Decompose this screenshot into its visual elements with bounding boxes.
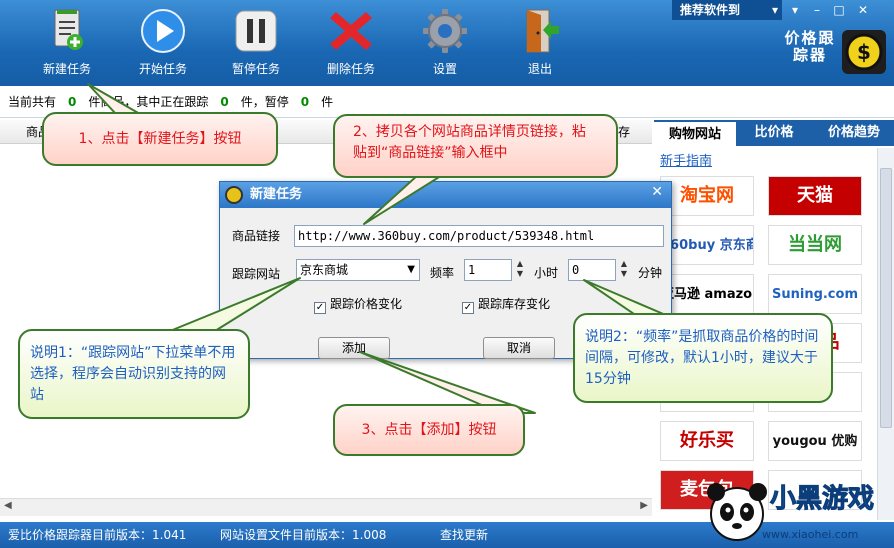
tab-price-trend[interactable]: 价格趋势: [814, 120, 894, 146]
exit-label: 退出: [527, 62, 552, 76]
callout-note1: 说明1：“跟踪网站”下拉菜单不用选择，程序会自动识别支持的网站: [18, 329, 250, 419]
watermark: 小黑游戏 www.xiaohei.com: [702, 476, 894, 548]
delete-task-label: 删除任务: [326, 62, 375, 76]
main-toolbar: 新建任务 开始任务 暂停任务 删除任务 设置 退出 推荐软件到 ▾ ▾ – □ …: [0, 0, 894, 86]
track-price-checkbox[interactable]: ✓ 跟踪价格变化: [314, 295, 402, 314]
new-task-label: 新建任务: [42, 62, 91, 76]
gear-icon: [423, 9, 467, 53]
check-update-link[interactable]: 查找更新: [440, 522, 488, 548]
shopping-site-logo[interactable]: Suning.com: [768, 274, 862, 314]
tracking-site-select[interactable]: 京东商城 ▼: [296, 259, 420, 281]
add-button[interactable]: 添加: [318, 337, 390, 359]
beginner-guide-link[interactable]: 新手指南: [660, 150, 712, 169]
vertical-scrollbar[interactable]: [877, 148, 894, 520]
callout-step1: 1、点击【新建任务】按钮: [42, 112, 278, 166]
tracking-site-value: 京东商城: [300, 263, 349, 277]
recommend-software-menu[interactable]: 推荐软件到 ▾: [672, 0, 782, 20]
shopping-site-name: Suning.com: [771, 287, 858, 302]
delete-task-button[interactable]: 删除任务: [316, 8, 386, 82]
dialog-close-icon[interactable]: ✕: [651, 184, 663, 200]
shopping-site-name: 天猫: [797, 185, 833, 206]
product-link-input[interactable]: http://www.360buy.com/product/539348.htm…: [294, 225, 664, 247]
stats-prefix: 当前共有: [8, 95, 57, 109]
shopping-site-name: 亚马逊 amazon.cn: [661, 287, 753, 302]
checkmark-icon: ✓: [462, 302, 474, 314]
minimize-icon[interactable]: –: [808, 2, 826, 18]
chevron-down-icon: ▼: [407, 264, 415, 275]
stats-tracking: 0: [220, 95, 229, 109]
shopping-site-name: 360buy 京东商城: [661, 238, 753, 253]
frequency-label: 频率: [430, 266, 455, 280]
app-logo-text: 价格跟踪器: [784, 29, 836, 64]
shopping-site-name: 好乐买: [680, 430, 734, 451]
shopping-site-logo[interactable]: 好乐买: [660, 421, 754, 461]
chevron-down-icon: ▾: [771, 3, 778, 17]
callout-step2: 2、拷贝各个网站商品详情页链接，粘贴到“商品链接”输入框中: [333, 114, 618, 178]
shopping-site-name: 淘宝网: [680, 185, 734, 206]
dialog-titlebar[interactable]: 新建任务 ✕: [220, 182, 671, 208]
shopping-site-logo[interactable]: 当当网: [768, 225, 862, 265]
minutes-spinner[interactable]: ▲ ▼: [618, 259, 630, 281]
track-stock-checkbox[interactable]: ✓ 跟踪库存变化: [462, 295, 550, 314]
shopping-site-logo[interactable]: 淘宝网: [660, 176, 754, 216]
watermark-title: 小黑游戏: [769, 484, 875, 515]
new-task-button[interactable]: 新建任务: [32, 8, 102, 82]
shopping-site-logo[interactable]: yougou 优购: [768, 421, 862, 461]
start-task-label: 开始任务: [138, 62, 187, 76]
callout-step3: 3、点击【添加】按钮: [333, 404, 525, 456]
scroll-left-icon[interactable]: ◀: [4, 500, 12, 511]
column-stock[interactable]: 存: [618, 120, 630, 144]
frequency-minutes-input[interactable]: 0: [568, 259, 616, 281]
dialog-app-icon: [225, 186, 243, 204]
menu-icon[interactable]: ▾: [786, 2, 804, 18]
watermark-url: www.xiaohei.com: [762, 528, 859, 541]
track-price-label: 跟踪价格变化: [330, 297, 403, 311]
shopping-site-logo[interactable]: 天猫: [768, 176, 862, 216]
start-task-button[interactable]: 开始任务: [128, 8, 198, 82]
hours-spinner[interactable]: ▲ ▼: [514, 259, 526, 281]
shopping-site-logo[interactable]: 360buy 京东商城: [660, 225, 754, 265]
tab-shopping-sites[interactable]: 购物网站: [654, 120, 736, 146]
tab-compare-price[interactable]: 比价格: [738, 120, 810, 146]
product-link-label: 商品链接: [232, 229, 281, 243]
stats-middle: 件商品，其中正在跟踪: [88, 95, 209, 109]
pause-task-label: 暂停任务: [231, 62, 280, 76]
maximize-icon[interactable]: □: [830, 2, 848, 18]
stats-total: 0: [68, 95, 77, 109]
stats-paused-label: 件，暂停: [240, 95, 289, 109]
stats-suffix: 件: [321, 95, 334, 109]
checkmark-icon: ✓: [314, 302, 326, 314]
new-task-icon: [54, 9, 83, 50]
pause-icon: [235, 10, 277, 52]
track-stock-label: 跟踪库存变化: [478, 297, 551, 311]
shopping-site-name: 当当网: [788, 234, 842, 255]
scroll-right-icon[interactable]: ▶: [640, 500, 648, 511]
side-panel-tabs: 购物网站 比价格 价格趋势: [654, 120, 894, 146]
settings-button[interactable]: 设置: [410, 8, 480, 82]
minutes-unit: 分钟: [638, 266, 663, 280]
pause-task-button[interactable]: 暂停任务: [221, 8, 291, 82]
shopping-site-name: yougou 优购: [772, 434, 858, 449]
callout-note2: 说明2：“频率”是抓取商品价格的时间间隔，可修改，默认1小时，建议大于15分钟: [573, 313, 833, 403]
delete-icon: [330, 12, 372, 50]
app-version: 爱比价格跟踪器目前版本：1.041: [8, 528, 187, 542]
cancel-button[interactable]: 取消: [483, 337, 555, 359]
tracking-site-label: 跟踪网站: [232, 267, 281, 281]
config-version: 网站设置文件目前版本：1.008: [220, 528, 387, 542]
dialog-title: 新建任务: [250, 187, 303, 202]
svg-text:$: $: [857, 40, 871, 64]
exit-door-icon: [526, 9, 559, 53]
app-logo-icon: $: [842, 30, 886, 74]
recommend-label: 推荐软件到: [680, 3, 741, 17]
play-icon: [141, 9, 185, 53]
stats-paused: 0: [300, 95, 310, 109]
scrollbar-thumb[interactable]: [880, 168, 892, 428]
settings-label: 设置: [432, 62, 457, 76]
frequency-hours-input[interactable]: 1: [464, 259, 512, 281]
hours-unit: 小时: [534, 266, 559, 280]
horizontal-scrollbar[interactable]: ◀ ▶: [0, 498, 652, 516]
shopping-site-logo[interactable]: 亚马逊 amazon.cn: [660, 274, 754, 314]
exit-button[interactable]: 退出: [505, 8, 575, 82]
close-icon[interactable]: ✕: [854, 2, 872, 18]
